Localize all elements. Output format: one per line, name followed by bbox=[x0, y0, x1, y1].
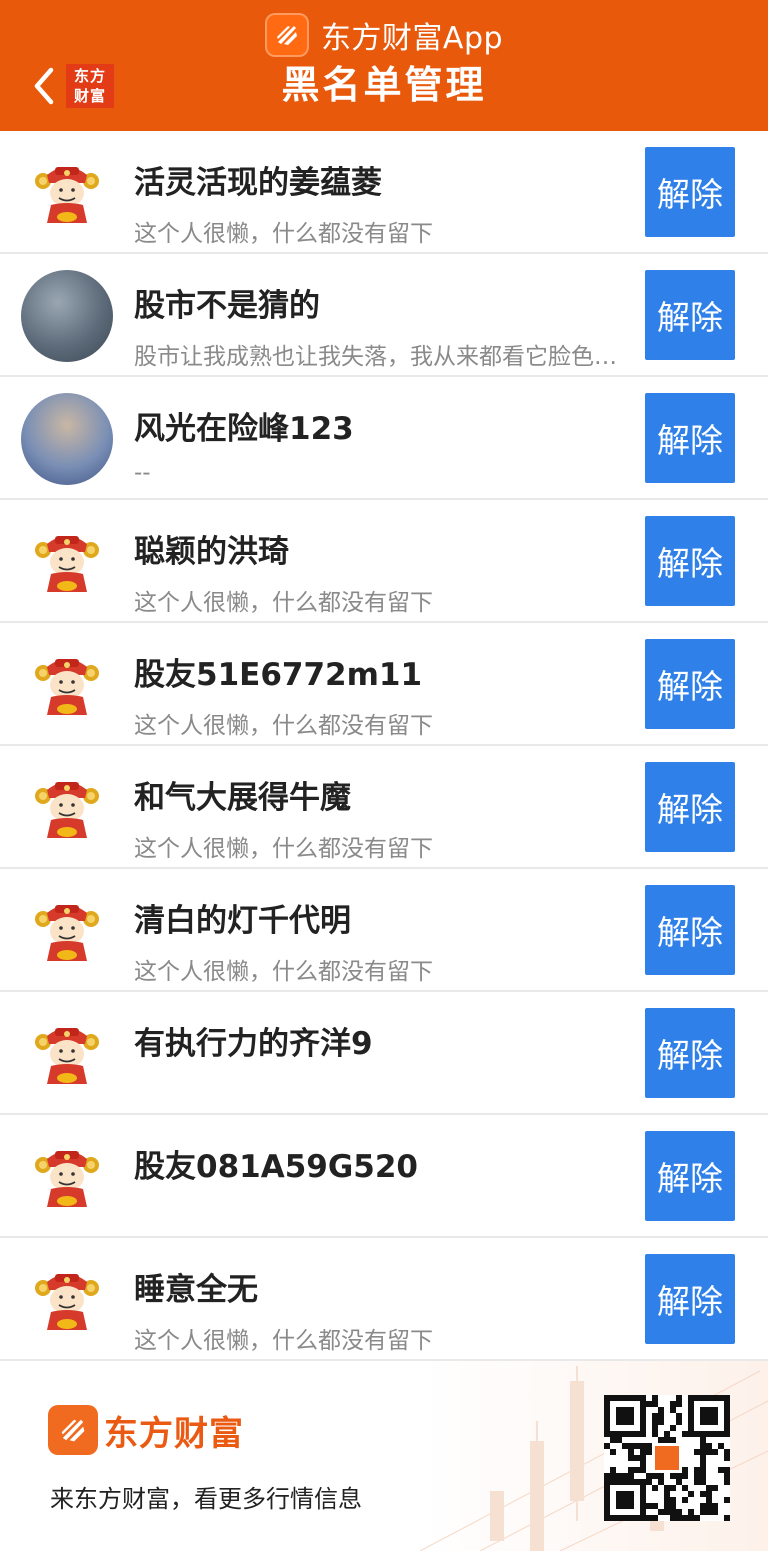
fortune-god-avatar bbox=[21, 1131, 113, 1223]
blacklist-row: 和气大展得牛魔 这个人很懒，什么都没有留下 解除 bbox=[0, 746, 768, 869]
unblock-button[interactable]: 解除 bbox=[645, 1254, 735, 1344]
eastmoney-logo-icon bbox=[48, 1405, 98, 1455]
footer-logo: 东方财富 bbox=[48, 1405, 244, 1455]
unblock-button[interactable]: 解除 bbox=[645, 639, 735, 729]
app-header: 东方财富App 东方 财富 黑名单管理 bbox=[0, 0, 768, 131]
fortune-god-icon bbox=[35, 1274, 99, 1330]
user-name: 风光在险峰123 bbox=[134, 411, 354, 447]
user-name: 股市不是猜的 bbox=[134, 288, 320, 324]
fortune-god-icon bbox=[35, 905, 99, 961]
qr-code-icon[interactable] bbox=[604, 1395, 730, 1521]
user-name: 睡意全无 bbox=[134, 1272, 258, 1308]
user-signature: 这个人很懒，什么都没有留下 bbox=[134, 713, 433, 739]
unblock-button[interactable]: 解除 bbox=[645, 1131, 735, 1221]
user-signature: 股市让我成熟也让我失落，我从来都看它脸色行事 bbox=[134, 344, 624, 370]
blacklist-row: 有执行力的齐洋9 解除 bbox=[0, 992, 768, 1115]
unblock-button[interactable]: 解除 bbox=[645, 393, 735, 483]
blacklist-row: 活灵活现的姜蕴菱 这个人很懒，什么都没有留下 解除 bbox=[0, 131, 768, 254]
unblock-button[interactable]: 解除 bbox=[645, 516, 735, 606]
fortune-god-icon bbox=[35, 782, 99, 838]
user-photo-avatar bbox=[21, 270, 113, 362]
fortune-god-avatar bbox=[21, 762, 113, 854]
blacklist-row: 清白的灯千代明 这个人很懒，什么都没有留下 解除 bbox=[0, 869, 768, 992]
fortune-god-avatar bbox=[21, 1008, 113, 1100]
app-name: 东方财富App bbox=[320, 21, 504, 56]
blacklist-row: 股市不是猜的 股市让我成熟也让我失落，我从来都看它脸色行事 解除 bbox=[0, 254, 768, 377]
fortune-god-icon bbox=[35, 536, 99, 592]
user-signature: 这个人很懒，什么都没有留下 bbox=[134, 590, 433, 616]
user-signature: 这个人很懒，什么都没有留下 bbox=[134, 221, 433, 247]
footer-brand: 东方财富 bbox=[104, 1413, 244, 1454]
user-name: 和气大展得牛魔 bbox=[134, 780, 351, 816]
blacklist: 活灵活现的姜蕴菱 这个人很懒，什么都没有留下 解除 股市不是猜的 股市让我成熟也… bbox=[0, 131, 768, 1361]
unblock-button[interactable]: 解除 bbox=[645, 270, 735, 360]
page-title: 黑名单管理 bbox=[281, 63, 487, 107]
footer-slogan: 来东方财富，看更多行情信息 bbox=[50, 1485, 362, 1513]
blacklist-row: 股友51E6772m11 这个人很懒，什么都没有留下 解除 bbox=[0, 623, 768, 746]
unblock-button[interactable]: 解除 bbox=[645, 885, 735, 975]
blacklist-row: 风光在险峰123 -- 解除 bbox=[0, 377, 768, 500]
user-photo-avatar bbox=[21, 393, 113, 485]
user-name: 活灵活现的姜蕴菱 bbox=[134, 165, 382, 201]
user-name: 聪颖的洪琦 bbox=[134, 534, 289, 570]
user-name: 股友51E6772m11 bbox=[134, 657, 423, 693]
app-logo-icon bbox=[264, 13, 309, 57]
fortune-god-avatar bbox=[21, 147, 113, 239]
fortune-god-avatar bbox=[21, 1254, 113, 1346]
footer-banner[interactable]: 东方财富 来东方财富，看更多行情信息 bbox=[0, 1361, 768, 1551]
user-signature: -- bbox=[134, 460, 151, 486]
fortune-god-avatar bbox=[21, 885, 113, 977]
user-signature: 这个人很懒，什么都没有留下 bbox=[134, 1328, 433, 1354]
unblock-button[interactable]: 解除 bbox=[645, 1008, 735, 1098]
fortune-god-avatar bbox=[21, 639, 113, 731]
fortune-god-icon bbox=[35, 659, 99, 715]
fortune-god-icon bbox=[35, 1028, 99, 1084]
app-brand: 东方财富App bbox=[0, 12, 768, 58]
blacklist-row: 睡意全无 这个人很懒，什么都没有留下 解除 bbox=[0, 1238, 768, 1361]
unblock-button[interactable]: 解除 bbox=[645, 762, 735, 852]
blacklist-row: 聪颖的洪琦 这个人很懒，什么都没有留下 解除 bbox=[0, 500, 768, 623]
fortune-god-icon bbox=[35, 167, 99, 223]
user-name: 清白的灯千代明 bbox=[134, 903, 351, 939]
fortune-god-avatar bbox=[21, 516, 113, 608]
blacklist-row: 股友081A59G520 解除 bbox=[0, 1115, 768, 1238]
user-name: 股友081A59G520 bbox=[134, 1149, 418, 1185]
fortune-god-icon bbox=[35, 1151, 99, 1207]
unblock-button[interactable]: 解除 bbox=[645, 147, 735, 237]
user-name: 有执行力的齐洋9 bbox=[134, 1026, 373, 1062]
user-signature: 这个人很懒，什么都没有留下 bbox=[134, 836, 433, 862]
user-signature: 这个人很懒，什么都没有留下 bbox=[134, 959, 433, 985]
